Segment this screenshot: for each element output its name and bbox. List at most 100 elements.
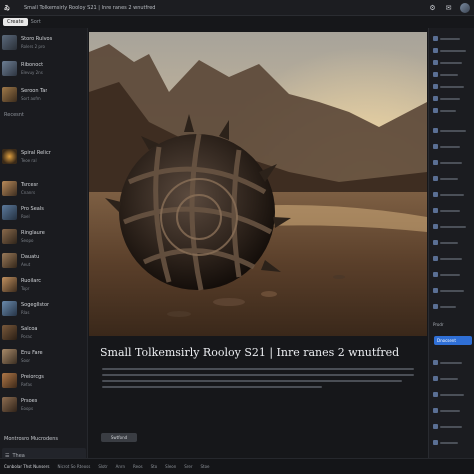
sidebar-item[interactable]: Ruoilarc Topr [2,274,86,294]
panel-row-icon [433,440,438,445]
sidebar-item-title: Ringlaure [21,229,45,236]
panel-row-text [440,177,458,180]
sidebar-item[interactable]: Spiral Relicr Teoe ral [2,146,86,166]
sidebar-item[interactable]: Salcoa Porac [2,322,86,342]
panel-row[interactable] [433,358,473,367]
panel-row[interactable] [433,422,473,431]
thumbnail [2,148,17,164]
panel-row[interactable] [433,206,473,215]
panel-row[interactable] [433,142,473,151]
sidebar-item[interactable]: Dauatu Aeut [2,250,86,270]
panel-row[interactable] [433,406,473,415]
sidebar-item[interactable]: Storo Rulvos Rolers 2 pro [2,32,86,52]
sort-label[interactable]: Sort [31,19,41,25]
panel-row[interactable] [433,390,473,399]
sidebar-item[interactable]: Preiorcgs Refas [2,370,86,390]
main-artwork[interactable] [89,32,427,336]
sidebar-item-meta: Aeut [21,261,31,267]
bottom-bar-item[interactable]: Reos [133,464,143,469]
sidebar-item[interactable]: Prsoes Eoops [2,394,86,414]
sidebar-item-title: Seroon Tar [21,87,48,94]
sidebar-item-title: Storo Rulvos [21,35,53,42]
sidebar-item-meta: Elevuy 2ns [21,69,43,75]
panel-row-text [440,161,462,164]
panel-row[interactable] [433,58,473,67]
bottom-bar-item[interactable]: Stoe [200,464,209,469]
bottom-bar-item[interactable]: Anrn [116,464,125,469]
notifications-icon[interactable]: ✉ [444,3,453,12]
panel-row[interactable] [433,94,473,103]
panel-row[interactable] [433,82,473,91]
top-bar: ゐ Small Tolkemsirly Rooloy S21 | Inre ra… [0,0,474,16]
sidebar-item[interactable]: Ribonoct Elevuy 2ns [2,58,86,78]
panel-row-text [440,257,462,260]
settings-icon[interactable]: ⚙ [428,3,437,12]
sidebar-item[interactable]: Sogegllstor Rlas [2,298,86,318]
panel-row-icon [433,408,438,413]
bottom-bar-item[interactable]: Conbolar Thst Nunsers [4,464,49,469]
sidebar-item-title: Spiral Relicr [21,149,51,156]
panel-row-icon [433,376,438,381]
panel-row-text [440,37,460,40]
window-title: Small Tolkemsirly Rooloy S21 | Inre rane… [24,4,156,11]
avatar[interactable] [460,2,470,13]
panel-row[interactable] [433,438,473,447]
sidebar-item-meta: Topr [21,285,30,291]
sidebar-item-title: Sogegllstor [21,301,50,308]
thumbnail [2,324,17,340]
tag-button[interactable]: Swtfond [101,433,137,442]
sidebar-item[interactable]: Enu Fare Soor [2,346,86,366]
top-icons: ⚙ ✉ [428,2,470,13]
panel-row-text [440,361,462,364]
sidebar-item[interactable]: Ringlaure Seopo [2,226,86,246]
bottom-bar-item[interactable]: Sto [151,464,158,469]
thumbnail [2,228,17,244]
sidebar-item[interactable]: Pro Seals Roel [2,202,86,222]
app-logo[interactable]: ゐ [4,3,20,12]
bottom-bar-item[interactable]: Slotr [98,464,107,469]
panel-row[interactable] [433,174,473,183]
panel-row[interactable] [433,126,473,135]
sidebar-item-title: Ruoilarc [21,277,42,284]
panel-row-text [440,209,460,212]
panel-row-text [440,109,456,112]
sidebar-item-meta: Eoops [21,405,34,411]
sidebar-section-label: Recesnt [4,112,24,118]
panel-row-icon [433,304,438,309]
sidebar-item-title: Enu Fare [21,349,43,356]
sidebar-item[interactable]: Seroon Tar Sort aofm [2,84,86,104]
panel-row[interactable] [433,374,473,383]
sidebar-item[interactable]: Tsrcesr Cnanrs [2,178,86,198]
create-button[interactable]: Create [3,18,28,26]
panel-row[interactable] [433,254,473,263]
panel-row-icon [433,144,438,149]
sidebar-footer-label[interactable]: Montrosro Mucrodens [2,432,86,446]
thumbnail [2,180,17,196]
bottom-bar-item[interactable]: Nicrot So Rteoss [57,464,90,469]
panel-row[interactable] [433,34,473,43]
bottom-bar-item[interactable]: Srer [184,464,192,469]
thumbnail [2,300,17,316]
bottom-bar-item[interactable]: Sleon [165,464,176,469]
sidebar-item-title: Prsoes [21,397,38,404]
panel-primary-button[interactable]: Dnocsent [434,336,472,345]
panel-row-icon [433,288,438,293]
panel-row[interactable] [433,190,473,199]
sidebar-item-meta: Porac [21,333,33,339]
panel-row[interactable] [433,70,473,79]
panel-row[interactable] [433,238,473,247]
panel-row-icon [433,160,438,165]
panel-row[interactable] [433,106,473,115]
panel-row-icon [433,128,438,133]
panel-row-text [440,49,466,52]
panel-row[interactable] [433,286,473,295]
artwork-title: Small Tolkemsirly Rooloy S21 | Inre rane… [100,346,400,359]
panel-row[interactable] [433,46,473,55]
panel-row[interactable] [433,158,473,167]
panel-row[interactable] [433,270,473,279]
panel-row-icon [433,224,438,229]
panel-row[interactable] [433,302,473,311]
bottom-bar: Conbolar Thst Nunsers Nicrot So Rteoss S… [0,458,474,474]
panel-row-icon [433,72,438,77]
panel-row[interactable] [433,222,473,231]
